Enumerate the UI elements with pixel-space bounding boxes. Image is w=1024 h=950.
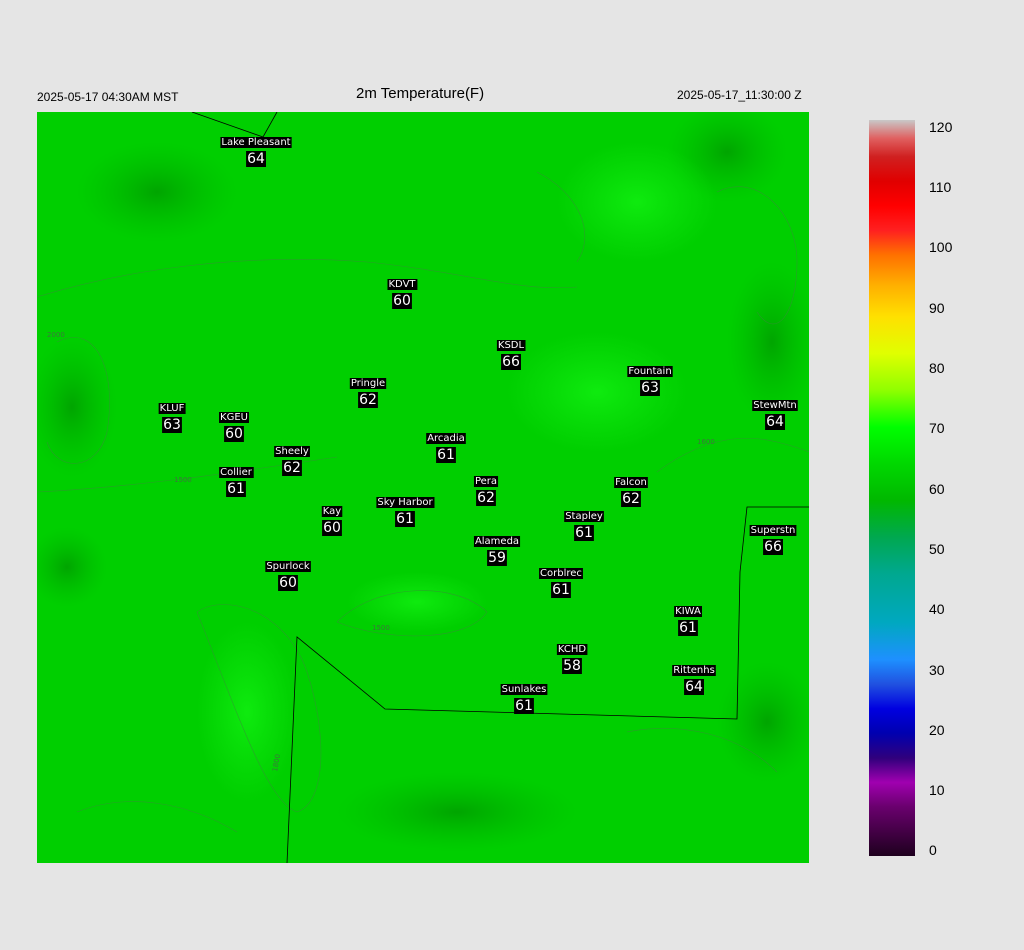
colorbar-label-120: 120 — [929, 119, 953, 135]
station-value: 60 — [323, 520, 341, 536]
station-name: KIWA — [675, 606, 701, 617]
station-name: Pringle — [351, 378, 385, 389]
station-value: 58 — [563, 658, 581, 674]
colorbar-label-60: 60 — [929, 481, 945, 497]
station-name: Sky Harbor — [377, 497, 433, 508]
station-value: 62 — [283, 460, 301, 476]
station-value: 66 — [502, 354, 520, 370]
station-value: 60 — [393, 293, 411, 309]
station-name: KLUF — [160, 403, 185, 414]
colorbar-label-40: 40 — [929, 601, 945, 617]
station-value: 62 — [477, 490, 495, 506]
station-value: 61 — [679, 620, 697, 636]
station-value: 63 — [163, 417, 181, 433]
station-name: Alameda — [475, 536, 519, 547]
station-marker: KIWA 61 — [674, 606, 702, 636]
station-name: Lake Pleasant — [221, 137, 290, 148]
local-time-label: 2025-05-17 04:30AM MST — [37, 90, 179, 104]
station-name: KCHD — [558, 644, 587, 655]
station-name: Rittenhs — [673, 665, 715, 676]
station-name: Fountain — [628, 366, 671, 377]
colorbar-label-10: 10 — [929, 782, 945, 798]
colorbar-label-50: 50 — [929, 541, 945, 557]
station-name: Collier — [220, 467, 253, 478]
temperature-map: 1600 1500 1500 1800 2000 Lake Pleasant64… — [37, 112, 809, 863]
station-marker: Kay 60 — [321, 506, 343, 536]
station-value: 60 — [225, 426, 243, 442]
station-value: 61 — [575, 525, 593, 541]
station-name: Arcadia — [427, 433, 465, 444]
colorbar-label-0: 0 — [929, 842, 937, 858]
station-value: 61 — [227, 481, 245, 497]
contour-label: 2000 — [47, 331, 65, 339]
colorbar-label-90: 90 — [929, 300, 945, 316]
station-name: Spurlock — [266, 561, 310, 572]
colorbar-label-30: 30 — [929, 662, 945, 678]
station-value: 63 — [641, 380, 659, 396]
colorbar-label-70: 70 — [929, 420, 945, 436]
colorbar-label-80: 80 — [929, 360, 945, 376]
station-name: Sunlakes — [502, 684, 547, 695]
station-name: KGEU — [220, 412, 248, 423]
station-value: 64 — [766, 414, 784, 430]
station-marker: KLUF 63 — [158, 403, 186, 433]
station-value: 61 — [552, 582, 570, 598]
map-title: 2m Temperature(F) — [356, 85, 485, 102]
color-scale-bar — [869, 120, 915, 856]
station-name: Stapley — [565, 511, 603, 522]
station-value: 60 — [279, 575, 297, 591]
station-value: 64 — [685, 679, 703, 695]
station-name: Sheely — [275, 446, 309, 457]
station-value: 61 — [515, 698, 533, 714]
station-name: Corblrec — [540, 568, 582, 579]
station-value: 61 — [396, 511, 414, 527]
station-value: 66 — [764, 539, 782, 555]
colorbar-label-20: 20 — [929, 722, 945, 738]
station-name: Superstn — [751, 525, 796, 536]
contour-label: 1500 — [372, 624, 390, 632]
station-name: StewMtn — [753, 400, 797, 411]
colorbar-label-110: 110 — [929, 179, 952, 195]
station-name: Falcon — [615, 477, 647, 488]
contour-label: 1500 — [174, 476, 192, 484]
utc-time-label: 2025-05-17_11:30:00 Z — [677, 88, 802, 102]
station-name: KDVT — [388, 279, 416, 290]
station-marker: Pera 62 — [473, 476, 499, 506]
station-value: 61 — [437, 447, 455, 463]
station-value: 64 — [247, 151, 265, 167]
station-value: 62 — [622, 491, 640, 507]
colorbar-label-100: 100 — [929, 239, 953, 255]
contour-label: 1600 — [697, 438, 715, 446]
station-name: KSDL — [498, 340, 525, 351]
station-name: Kay — [323, 506, 342, 517]
station-value: 62 — [359, 392, 377, 408]
station-name: Pera — [475, 476, 497, 487]
station-value: 59 — [488, 550, 506, 566]
